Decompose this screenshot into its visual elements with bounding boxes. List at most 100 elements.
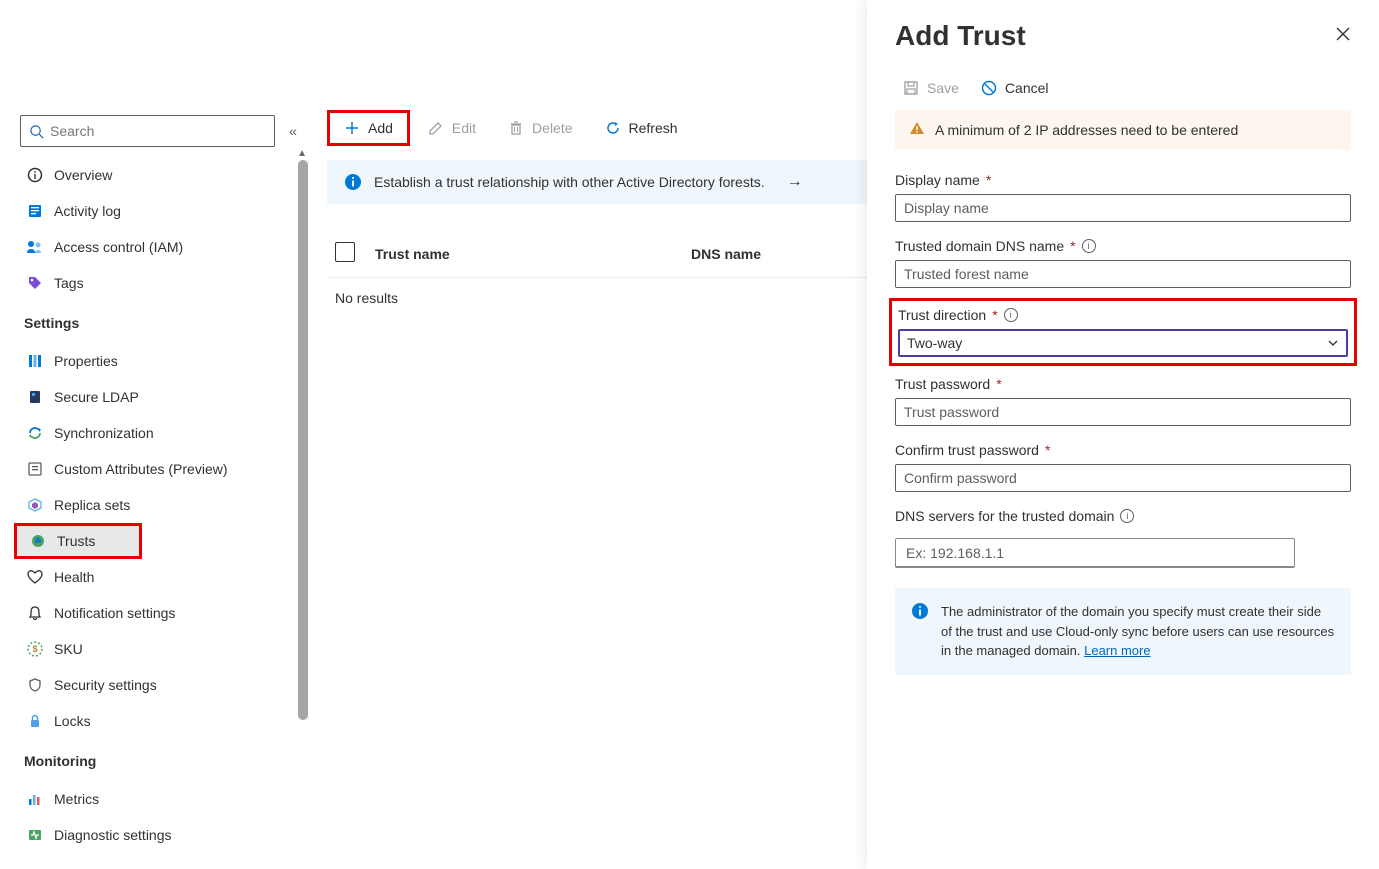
pencil-icon: [428, 120, 444, 136]
trusts-icon: [29, 532, 47, 550]
nav-label: Diagnostic settings: [54, 827, 172, 843]
dns-servers-input[interactable]: [895, 538, 1295, 568]
nav-synchronization[interactable]: Synchronization: [20, 415, 305, 451]
warning-text: A minimum of 2 IP addresses need to be e…: [935, 122, 1238, 138]
trust-password-input[interactable]: [895, 398, 1351, 426]
collapse-sidebar-button[interactable]: «: [281, 123, 305, 139]
nav-properties[interactable]: Properties: [20, 343, 305, 379]
info-box: The administrator of the domain you spec…: [895, 588, 1351, 675]
nav-locks[interactable]: Locks: [20, 703, 305, 739]
trust-direction-value: Two-way: [907, 335, 962, 351]
add-button[interactable]: Add: [327, 110, 410, 146]
warning-icon: [909, 120, 925, 140]
nav-label: Metrics: [54, 791, 99, 807]
display-name-input[interactable]: [895, 194, 1351, 222]
nav-label: Secure LDAP: [54, 389, 139, 405]
trust-direction-select[interactable]: Two-way: [898, 329, 1348, 357]
monitoring-header: Monitoring: [20, 739, 305, 777]
dns-name-input[interactable]: [895, 260, 1351, 288]
cancel-icon: [981, 80, 997, 96]
svg-text:$: $: [32, 644, 37, 654]
info-tooltip-icon[interactable]: i: [1082, 239, 1096, 253]
nav-label: Synchronization: [54, 425, 154, 441]
nav-custom-attributes[interactable]: Custom Attributes (Preview): [20, 451, 305, 487]
close-icon: [1335, 26, 1351, 42]
info-icon: [911, 602, 929, 620]
health-icon: [26, 568, 44, 586]
panel-title: Add Trust: [895, 20, 1026, 52]
sync-icon: [26, 424, 44, 442]
security-icon: [26, 676, 44, 694]
search-box[interactable]: [20, 115, 275, 147]
trust-direction-group: Trust direction* i Two-way: [889, 298, 1357, 366]
dns-servers-label: DNS servers for the trusted domain i: [895, 508, 1351, 524]
nav-monitoring: Metrics Diagnostic settings: [20, 781, 305, 853]
confirm-password-input[interactable]: [895, 464, 1351, 492]
nav-security-settings[interactable]: Security settings: [20, 667, 305, 703]
tags-icon: [26, 274, 44, 292]
sidebar: « ▲ Overview Activity log Access control…: [0, 0, 305, 869]
locks-icon: [26, 712, 44, 730]
diagnostic-icon: [26, 826, 44, 844]
refresh-button[interactable]: Refresh: [591, 110, 692, 146]
search-input[interactable]: [50, 123, 266, 139]
nav-label: Custom Attributes (Preview): [54, 461, 228, 477]
notification-icon: [26, 604, 44, 622]
nav-overview[interactable]: Overview: [20, 157, 305, 193]
ldap-icon: [26, 388, 44, 406]
nav-replica-sets[interactable]: Replica sets: [20, 487, 305, 523]
cancel-button[interactable]: Cancel: [981, 80, 1049, 96]
learn-more-link[interactable]: Learn more: [1084, 643, 1150, 658]
confirm-password-label: Confirm trust password*: [895, 442, 1351, 458]
nav-label: Trusts: [57, 533, 95, 549]
nav-label: Tags: [54, 275, 84, 291]
nav-label: SKU: [54, 641, 83, 657]
dns-name-label: Trusted domain DNS name* i: [895, 238, 1351, 254]
activity-log-icon: [26, 202, 44, 220]
nav-health[interactable]: Health: [20, 559, 305, 595]
arrow-right-icon: →: [787, 173, 803, 191]
select-all-checkbox[interactable]: [335, 242, 355, 262]
close-panel-button[interactable]: [1335, 26, 1351, 47]
properties-icon: [26, 352, 44, 370]
add-trust-panel: Add Trust Save Cancel A minimum of 2 IP …: [867, 0, 1379, 869]
nav-activity-log[interactable]: Activity log: [20, 193, 305, 229]
nav-secure-ldap[interactable]: Secure LDAP: [20, 379, 305, 415]
custom-attributes-icon: [26, 460, 44, 478]
plus-icon: [344, 120, 360, 136]
add-label: Add: [368, 120, 393, 136]
trash-icon: [508, 120, 524, 136]
trust-password-label: Trust password*: [895, 376, 1351, 392]
nav-label: Activity log: [54, 203, 121, 219]
display-name-label: Display name*: [895, 172, 1351, 188]
delete-label: Delete: [532, 120, 572, 136]
save-button: Save: [903, 80, 959, 96]
nav-label: Replica sets: [54, 497, 130, 513]
cancel-label: Cancel: [1005, 80, 1049, 96]
nav-label: Access control (IAM): [54, 239, 183, 255]
nav-trusts[interactable]: Trusts: [14, 523, 142, 559]
nav-tags[interactable]: Tags: [20, 265, 305, 301]
metrics-icon: [26, 790, 44, 808]
col-trust-name[interactable]: Trust name: [375, 246, 675, 262]
trust-direction-label: Trust direction* i: [898, 307, 1348, 323]
nav-metrics[interactable]: Metrics: [20, 781, 305, 817]
edit-label: Edit: [452, 120, 476, 136]
save-icon: [903, 80, 919, 96]
nav-access-control[interactable]: Access control (IAM): [20, 229, 305, 265]
nav-notification-settings[interactable]: Notification settings: [20, 595, 305, 631]
nav-label: Properties: [54, 353, 118, 369]
edit-button: Edit: [414, 110, 490, 146]
nav-settings: Properties Secure LDAP Synchronization C…: [20, 343, 305, 739]
nav-diagnostic-settings[interactable]: Diagnostic settings: [20, 817, 305, 853]
chevron-down-icon: [1327, 337, 1339, 349]
info-tooltip-icon[interactable]: i: [1004, 308, 1018, 322]
nav-sku[interactable]: $ SKU: [20, 631, 305, 667]
search-icon: [29, 124, 44, 139]
nav-label: Locks: [54, 713, 91, 729]
refresh-icon: [605, 120, 621, 136]
info-icon: [344, 173, 362, 191]
save-label: Save: [927, 80, 959, 96]
nav-label: Security settings: [54, 677, 157, 693]
info-tooltip-icon[interactable]: i: [1120, 509, 1134, 523]
